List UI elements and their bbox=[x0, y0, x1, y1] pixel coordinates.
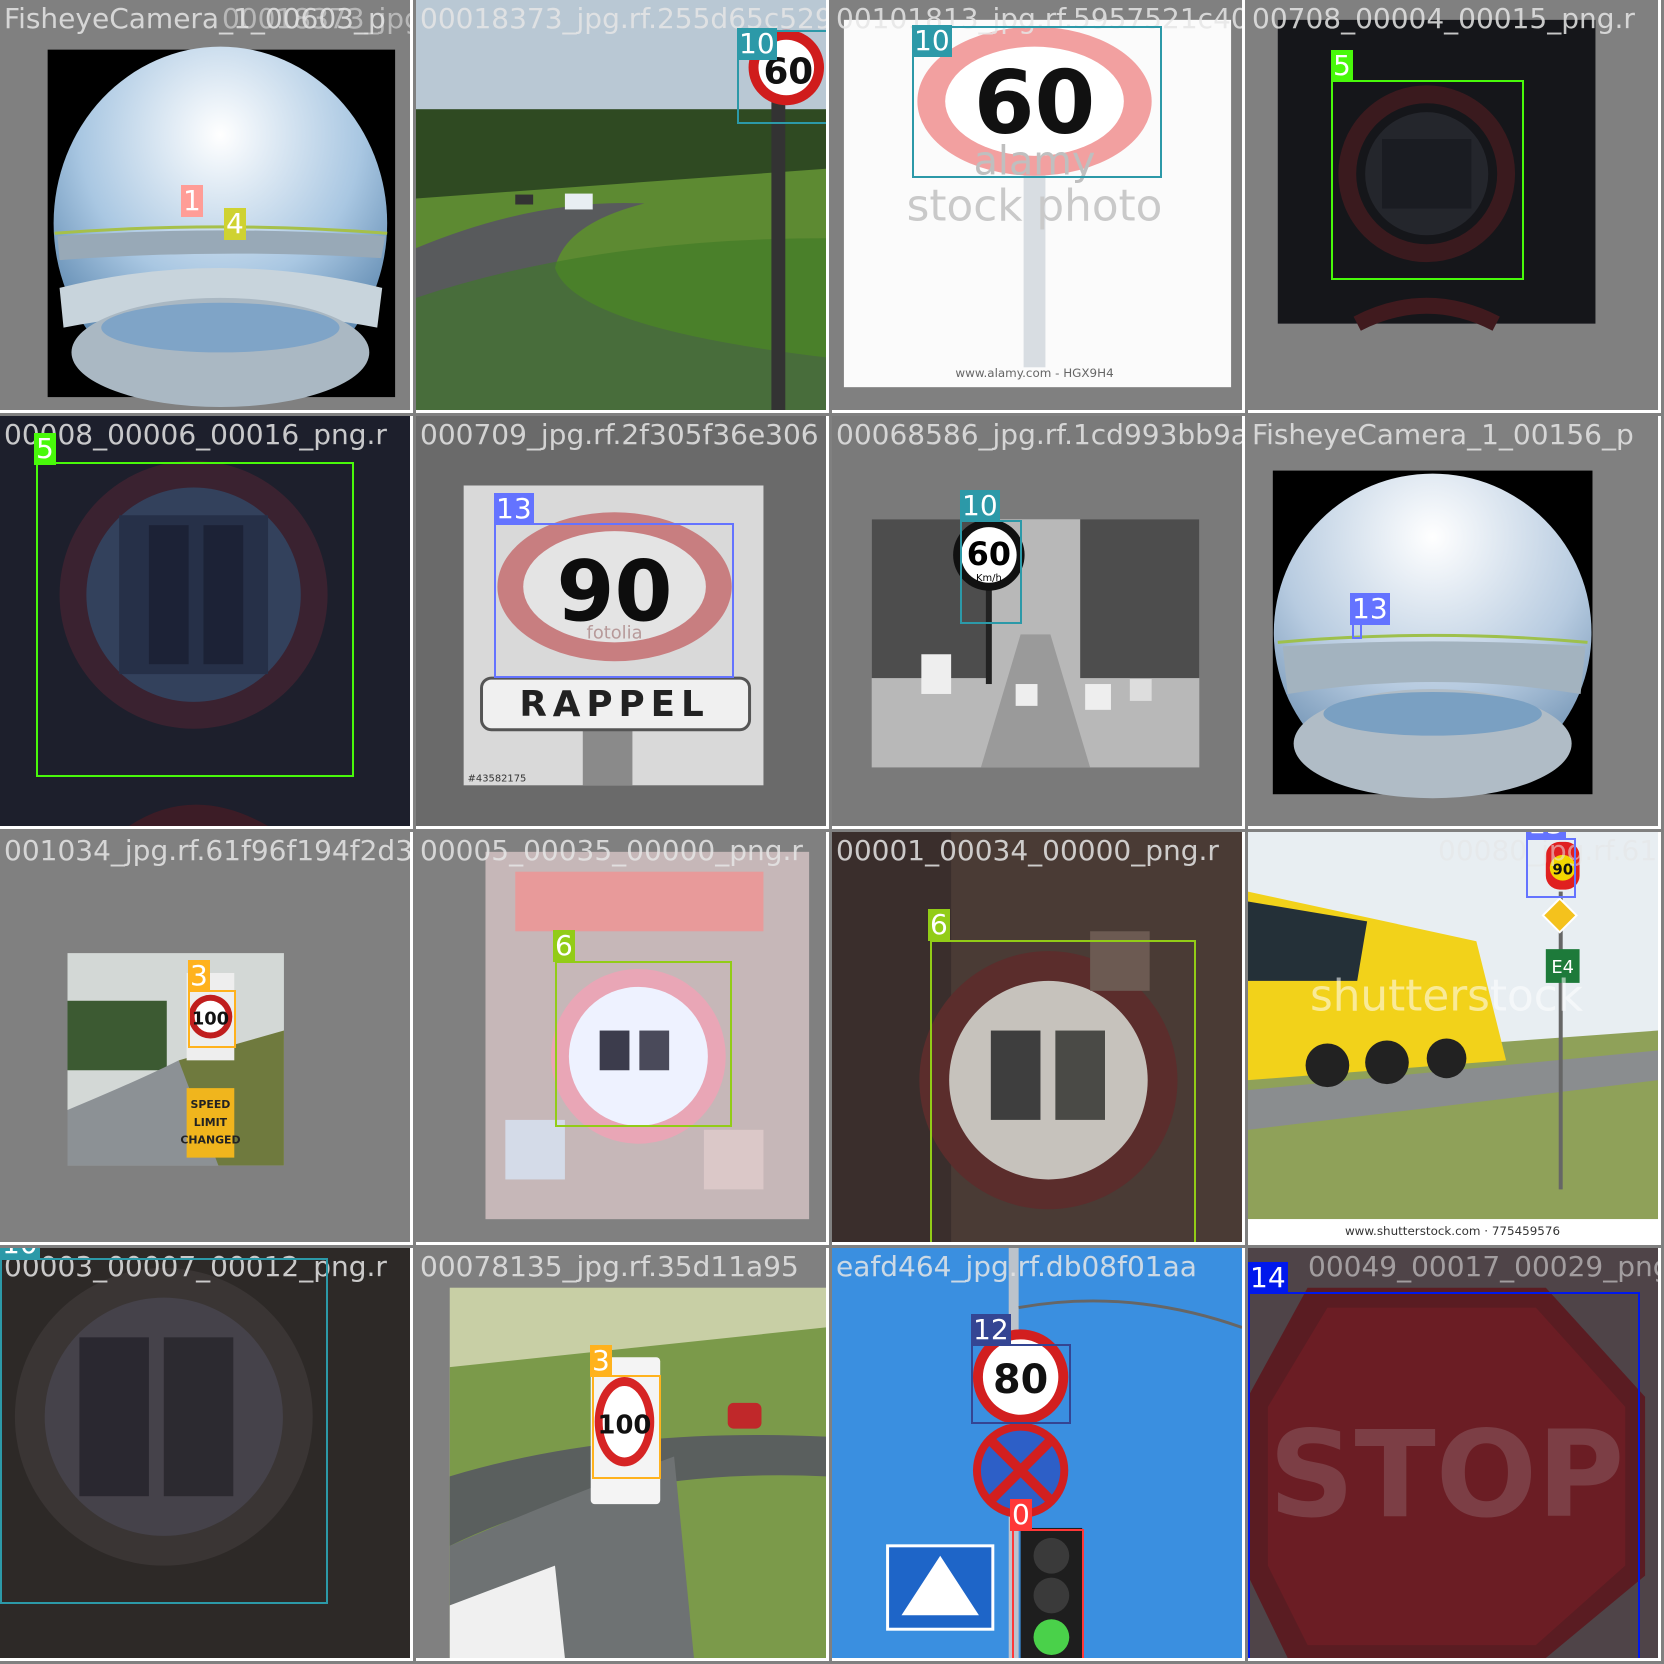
file-name: 000709_jpg.rf.2f305f36e306 bbox=[420, 418, 819, 451]
file-name: 00078135_jpg.rf.35d11a95 bbox=[420, 1250, 799, 1283]
bbox-label: 12 bbox=[971, 1313, 1011, 1346]
footer-credit: www.alamy.com - HGX9H4 bbox=[955, 366, 1113, 380]
tile-wet-road-100: 100 SPEED LIMIT CHANGED 001034_jpg.rf.61… bbox=[0, 832, 413, 1245]
bbox-class-0 bbox=[1012, 1529, 1084, 1658]
stock-id: #43582175 bbox=[468, 773, 527, 784]
file-name: 00068586_jpg.rf.1cd993bb9a bbox=[836, 418, 1245, 451]
bbox-label: 10 bbox=[0, 1248, 40, 1260]
bbox-label: 13 bbox=[1526, 832, 1566, 840]
file-name: 001034_jpg.rf.61f96f194f2d3 bbox=[4, 834, 413, 867]
bbox-class-13 bbox=[1526, 838, 1576, 898]
bbox-class-13 bbox=[1352, 623, 1362, 639]
tile-blurry-sign: 00001_00034_00000_png.r 6 bbox=[832, 832, 1245, 1245]
bbox-class-6 bbox=[555, 961, 732, 1127]
bbox-label: 14 bbox=[1248, 1261, 1288, 1294]
bbox-class-10 bbox=[0, 1258, 328, 1604]
bbox-class-12 bbox=[971, 1344, 1071, 1424]
watermark: stock photo bbox=[907, 180, 1163, 231]
plate-line: LIMIT bbox=[194, 1116, 228, 1129]
bbox-label: 10 bbox=[912, 24, 952, 57]
footer-credit: www.shutterstock.com · 775459576 bbox=[1345, 1224, 1560, 1238]
bbox-class-5 bbox=[36, 462, 354, 777]
bbox-label: 3 bbox=[590, 1344, 612, 1377]
bbox-label: 4 bbox=[224, 207, 246, 240]
tile-bus-sign-90: 90 E4 shutterstock www.shutterstock.com … bbox=[1248, 832, 1661, 1245]
bbox-class-13 bbox=[494, 523, 734, 678]
bbox-label: 6 bbox=[553, 929, 575, 962]
file-name-overlap: 00018373_jpg.rf.255d65c529c bbox=[222, 2, 413, 35]
bbox-label: 10 bbox=[737, 27, 777, 60]
tile-sign-90-rappel: 90 fotolia RAPPEL #43582175 000709_jpg.r… bbox=[416, 416, 829, 829]
bbox-label: 5 bbox=[34, 432, 56, 465]
bbox-label: 5 bbox=[1331, 49, 1353, 82]
bbox-label: 6 bbox=[928, 908, 950, 941]
bbox-label: 10 bbox=[960, 489, 1000, 522]
tile-curve-road: 60 00018373_jpg.rf.255d65c529c 10 bbox=[416, 0, 829, 413]
bbox-label: 3 bbox=[188, 959, 210, 992]
file-name: 00005_00035_00000_png.r bbox=[420, 834, 803, 867]
bbox-class-3 bbox=[592, 1375, 661, 1479]
file-name: 00708_00004_00015_png.r bbox=[1252, 2, 1635, 35]
file-name: 00001_00034_00000_png.r bbox=[836, 834, 1219, 867]
tile-dark-pixel-80: 00003_00007_00012_png.r 10 bbox=[0, 1248, 413, 1661]
bbox-class-3 bbox=[188, 990, 236, 1048]
watermark: shutterstock bbox=[1310, 971, 1584, 1022]
photo-fisheye-curve bbox=[1248, 416, 1658, 826]
bbox-class-6 bbox=[930, 940, 1196, 1242]
tile-sky-80-light: 80 eafd464_jpg.rf.db08f01aa 12 0 bbox=[832, 1248, 1245, 1661]
tile-pixel-sign: 00005_00035_00000_png.r 6 bbox=[416, 832, 829, 1245]
bbox-label: 1 bbox=[181, 184, 203, 217]
bbox-label: 0 bbox=[1010, 1498, 1032, 1531]
bbox-class-14 bbox=[1248, 1292, 1640, 1658]
bbox-class-10 bbox=[960, 520, 1022, 624]
tile-hill-100: 100 00078135_jpg.rf.35d11a95 3 bbox=[416, 1248, 829, 1661]
plate-line: CHANGED bbox=[180, 1134, 240, 1147]
plate-text: RAPPEL bbox=[519, 684, 709, 725]
photo-bus: 90 E4 shutterstock www.shutterstock.com … bbox=[1248, 832, 1658, 1242]
tile-dark-crop: 00708_00004_00015_png.r 5 bbox=[1248, 0, 1661, 413]
tile-fisheye-curve: FisheyeCamera_1_00156_p 13 bbox=[1248, 416, 1661, 829]
tile-fisheye-road: FisheyeCamera_1_00603_p 00018373_jpg.rf.… bbox=[0, 0, 413, 413]
bbox-class-5 bbox=[1331, 80, 1524, 280]
file-name: FisheyeCamera_1_00156_p bbox=[1252, 418, 1634, 451]
file-name: 00049_00017_00029_png.r bbox=[1308, 1250, 1661, 1283]
tile-stock-sign-60: 60 alamy stock photo www.alamy.com - HGX… bbox=[832, 0, 1245, 413]
tile-bw-avenue: 60 Km/h 00068586_jpg.rf.1cd993bb9a 10 bbox=[832, 416, 1245, 829]
file-name: 00008_00006_00016_png.r bbox=[4, 418, 387, 451]
photo-bw-avenue: 60 Km/h bbox=[832, 416, 1242, 826]
bbox-label: 13 bbox=[494, 492, 534, 525]
file-name: eafd464_jpg.rf.db08f01aa bbox=[836, 1250, 1197, 1283]
bbox-label: 13 bbox=[1350, 592, 1390, 625]
detection-mosaic: FisheyeCamera_1_00603_p 00018373_jpg.rf.… bbox=[0, 0, 1664, 1664]
photo-fisheye-road bbox=[0, 0, 410, 410]
tile-stop-sign: STOP 00049_00017_00029_png.r 14 bbox=[1248, 1248, 1661, 1661]
plate-line: SPEED bbox=[191, 1098, 231, 1111]
tile-dark-sign: 00008_00006_00016_png.r 5 bbox=[0, 416, 413, 829]
